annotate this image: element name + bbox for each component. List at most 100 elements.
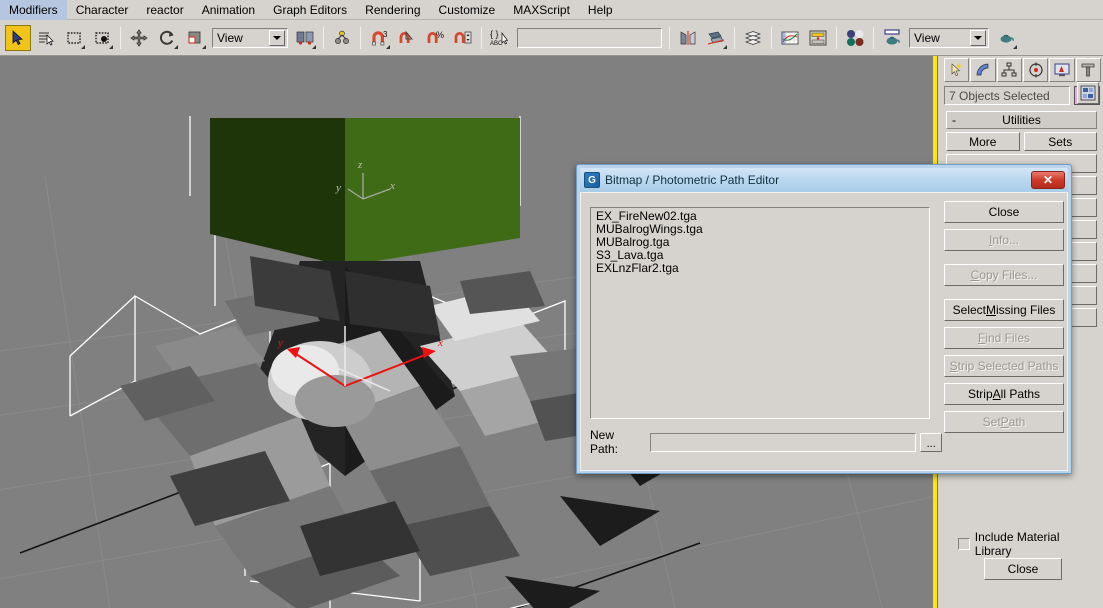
utilities-rollout-header[interactable]: - Utilities xyxy=(946,111,1097,129)
info-button: Info... xyxy=(944,229,1064,251)
link-constraint-icon[interactable] xyxy=(329,24,355,51)
utilities-tab[interactable] xyxy=(1075,58,1101,82)
include-material-library-label: Include Material Library xyxy=(974,530,1060,558)
toolbar-separator xyxy=(734,26,735,49)
create-tab[interactable] xyxy=(944,58,970,82)
bitmap-photometric-path-editor-dialog: G Bitmap / Photometric Path Editor ✕ EX_… xyxy=(576,164,1072,474)
material-editor-icon[interactable] xyxy=(842,24,868,51)
browse-path-button[interactable]: ... xyxy=(920,432,943,452)
list-item[interactable]: EXLnzFlar2.tga xyxy=(594,262,929,275)
dialog-body: EX_FireNew02.tga MUBalrogWings.tga MUBal… xyxy=(580,192,1068,471)
include-material-library-checkbox[interactable] xyxy=(958,538,970,550)
menu-item-help[interactable]: Help xyxy=(579,0,622,20)
chevron-down-icon[interactable] xyxy=(970,29,986,46)
toolbar-separator xyxy=(873,26,874,49)
menu-item-reactor[interactable]: reactor xyxy=(137,0,192,20)
render-setup-icon[interactable] xyxy=(879,24,905,51)
command-panel-tabs xyxy=(938,56,1103,82)
find-files-button: Find Files xyxy=(944,327,1064,349)
align-icon[interactable] xyxy=(703,24,729,51)
svg-text:%: % xyxy=(436,30,444,40)
select-by-name-icon[interactable] xyxy=(33,24,59,51)
bitmap-file-list[interactable]: EX_FireNew02.tga MUBalrogWings.tga MUBal… xyxy=(590,207,930,419)
dialog-button-column: Close Info... Copy Files... Select Missi… xyxy=(944,201,1066,439)
new-path-label: New Path: xyxy=(590,428,619,456)
quick-render-icon[interactable] xyxy=(993,24,1019,51)
layer-manager-icon[interactable] xyxy=(740,24,766,51)
display-tab[interactable] xyxy=(1049,58,1075,82)
named-selection-sets-field[interactable] xyxy=(517,27,662,48)
toolbar-separator xyxy=(771,26,772,49)
angle-snap-toggle-icon[interactable] xyxy=(394,24,420,51)
toolbar-separator xyxy=(120,26,121,49)
main-toolbar: View 3 % { } ABC View xyxy=(0,20,1103,56)
new-path-row: New Path: ... xyxy=(590,428,943,456)
panel-close-button[interactable]: Close xyxy=(984,558,1062,580)
dialog-title-bar[interactable]: G Bitmap / Photometric Path Editor ✕ xyxy=(580,168,1068,192)
reference-coordinate-system-dropdown[interactable]: View xyxy=(212,27,288,48)
rectangular-selection-region-icon[interactable] xyxy=(61,24,87,51)
svg-text:3: 3 xyxy=(383,30,388,39)
spinner-snap-toggle-icon[interactable] xyxy=(450,24,476,51)
close-icon[interactable]: ✕ xyxy=(1031,171,1065,189)
curve-editor-icon[interactable] xyxy=(777,24,803,51)
menu-item-customize[interactable]: Customize xyxy=(430,0,505,20)
select-and-rotate-icon[interactable] xyxy=(154,24,180,51)
menu-item-maxscript[interactable]: MAXScript xyxy=(504,0,579,20)
motion-tab[interactable] xyxy=(1022,58,1049,82)
object-name-field[interactable]: 7 Objects Selected xyxy=(944,86,1070,105)
utilities-rollout-title: Utilities xyxy=(1002,113,1041,127)
axis-label-x: x xyxy=(390,180,395,192)
utilities-button-row: More Sets xyxy=(946,132,1097,151)
snaps-toggle-icon[interactable]: 3 xyxy=(366,24,392,51)
strip-selected-paths-button: Strip Selected Paths xyxy=(944,355,1064,377)
toolbar-separator xyxy=(836,26,837,49)
schematic-view-icon[interactable] xyxy=(805,24,831,51)
copy-files-button: Copy Files... xyxy=(944,264,1064,286)
toolbar-separator xyxy=(669,26,670,49)
rollout-collapse-icon[interactable]: - xyxy=(952,113,956,127)
new-path-input[interactable] xyxy=(650,432,917,452)
svg-text:x: x xyxy=(437,337,443,349)
box-face-left xyxy=(210,118,345,266)
max-app-icon: G xyxy=(584,172,600,188)
select-and-scale-icon[interactable] xyxy=(182,24,208,51)
modify-tab[interactable] xyxy=(970,58,996,82)
select-and-move-icon[interactable] xyxy=(126,24,152,51)
menu-bar: Modifiers Character reactor Animation Gr… xyxy=(0,0,1103,20)
svg-text:ABC: ABC xyxy=(490,41,503,47)
menu-item-rendering[interactable]: Rendering xyxy=(356,0,429,20)
mirror-icon[interactable] xyxy=(675,24,701,51)
use-pivot-point-center-icon[interactable] xyxy=(292,24,318,51)
chevron-down-icon[interactable] xyxy=(269,29,285,46)
box-face-right xyxy=(345,118,520,266)
sets-button[interactable]: Sets xyxy=(1023,132,1097,151)
svg-text:{ }: { } xyxy=(490,29,499,39)
toolbar-separator xyxy=(481,26,482,49)
toolbar-separator xyxy=(323,26,324,49)
select-missing-files-button[interactable]: Select Missing Files xyxy=(944,299,1064,321)
menu-item-animation[interactable]: Animation xyxy=(193,0,264,20)
include-material-library-row[interactable]: Include Material Library xyxy=(958,530,1097,558)
max-application-window: Modifiers Character reactor Animation Gr… xyxy=(0,0,1103,608)
strip-all-paths-button[interactable]: Strip All Paths xyxy=(944,383,1064,405)
dialog-title: Bitmap / Photometric Path Editor xyxy=(605,173,780,187)
close-button[interactable]: Close xyxy=(944,201,1064,223)
hierarchy-tab[interactable] xyxy=(996,58,1022,82)
render-viewport-dropdown[interactable]: View xyxy=(909,27,989,48)
named-selection-icon[interactable]: { } ABC xyxy=(487,24,513,51)
toolbar-separator xyxy=(360,26,361,49)
set-path-button: Set Path xyxy=(944,411,1064,433)
render-viewport-value: View xyxy=(914,30,940,45)
menu-item-modifiers[interactable]: Modifiers xyxy=(0,0,67,20)
more-button[interactable]: More xyxy=(946,132,1020,151)
configure-button-sets-icon[interactable] xyxy=(1077,82,1099,104)
select-object-icon[interactable] xyxy=(5,24,31,51)
svg-text:y: y xyxy=(277,337,283,349)
percent-snap-toggle-icon[interactable]: % xyxy=(422,24,448,51)
menu-item-character[interactable]: Character xyxy=(67,0,138,20)
axis-label-z: z xyxy=(358,159,363,171)
window-crossing-icon[interactable] xyxy=(89,24,115,51)
menu-item-graph-editors[interactable]: Graph Editors xyxy=(264,0,356,20)
reference-coordinate-system-value: View xyxy=(217,30,243,45)
